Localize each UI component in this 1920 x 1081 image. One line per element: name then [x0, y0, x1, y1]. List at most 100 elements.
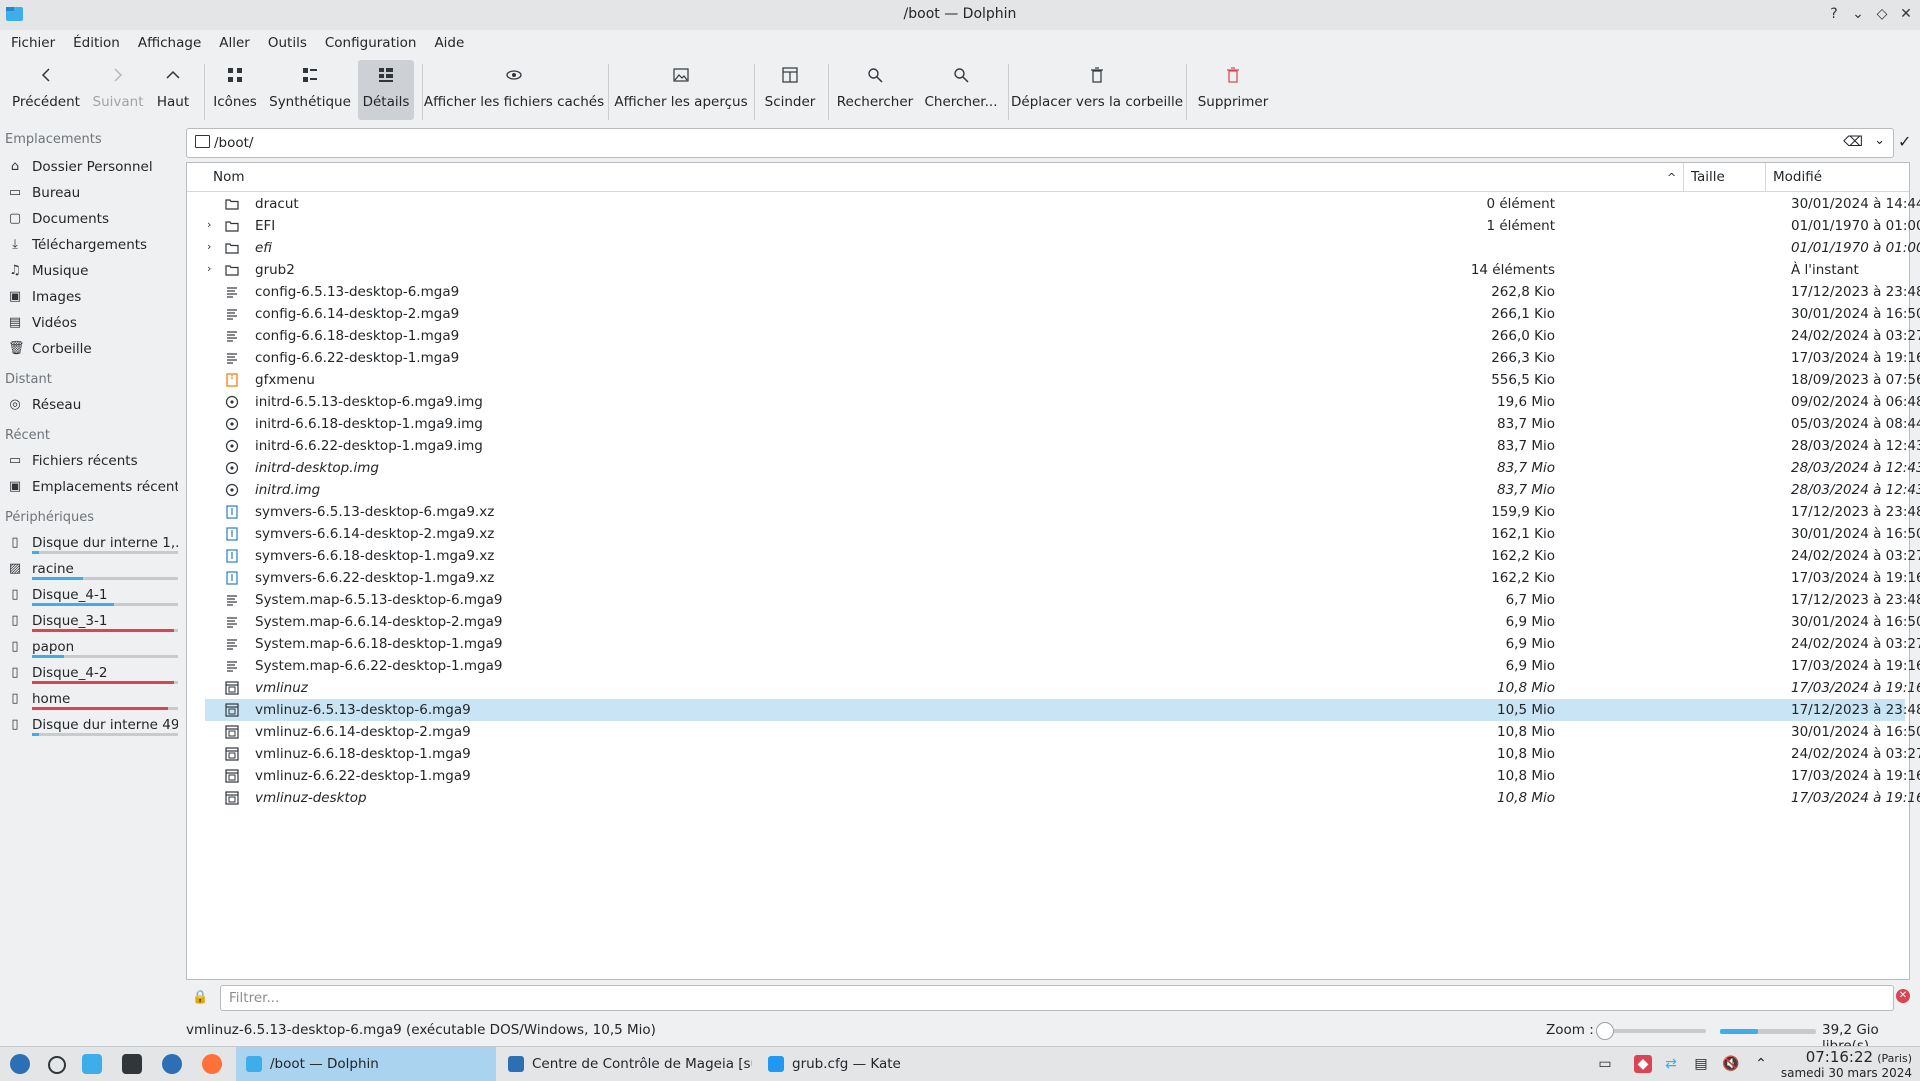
file-row[interactable]: config-6.5.13-desktop-6.mga9 262,8 Kio 17/… — [205, 281, 1920, 303]
file-view[interactable]: Nom ^ Taille Modifié dracut 0 élément 30/0… — [186, 162, 1920, 980]
sidebar-item-pictures[interactable]: ▣ Images — [0, 286, 180, 308]
file-row[interactable]: initrd-6.6.22-desktop-1.mga9.img 83,7 Mio… — [205, 435, 1920, 457]
file-row[interactable]: symvers-6.6.18-desktop-1.mga9.xz 162,2 Ki… — [205, 545, 1920, 567]
search-button[interactable]: Rechercher — [834, 60, 916, 120]
file-row[interactable]: System.map-6.6.14-desktop-2.mga9 6,9 Mio 3… — [205, 611, 1920, 633]
file-row[interactable]: System.map-6.6.22-desktop-1.mga9 6,9 Mio 1… — [205, 655, 1920, 677]
menu-affichage[interactable]: Affichage — [129, 32, 210, 54]
mageia-control-center-icon[interactable] — [162, 1054, 182, 1074]
sidebar-device[interactable]: ▯ Disque_4-2 — [0, 662, 180, 684]
icons-view-button[interactable]: Icônes — [210, 60, 260, 120]
sidebar-item-videos[interactable]: ▤ Vidéos — [0, 312, 180, 334]
sidebar-device[interactable]: ▯ Disque_4-1 — [0, 584, 180, 606]
folder-row[interactable]: dracut 0 élément 30/01/2024 à 14:44 — [205, 193, 1920, 215]
file-row[interactable]: symvers-6.6.14-desktop-2.mga9.xz 162,1 Ki… — [205, 523, 1920, 545]
location-path[interactable]: /boot/ — [214, 135, 253, 151]
sidebar-item-desktop[interactable]: ▭ Bureau — [0, 182, 180, 204]
lock-icon[interactable]: 🔒 — [192, 990, 208, 1005]
sidebar-item-trash[interactable]: 🗑 Corbeille — [0, 338, 180, 360]
file-row[interactable]: config-6.6.14-desktop-2.mga9 266,1 Kio 30/… — [205, 303, 1920, 325]
filter-input[interactable]: Filtrer... — [220, 985, 1894, 1011]
sidebar-device[interactable]: ▨ racine — [0, 558, 180, 580]
expand-arrow-icon[interactable]: › — [207, 262, 211, 275]
menu-fichier[interactable]: Fichier — [2, 32, 64, 54]
sidebar-device[interactable]: ▯ Disque_3-1 — [0, 610, 180, 632]
sidebar-item-downloads[interactable]: ⤓ Téléchargements — [0, 234, 180, 256]
up-button[interactable]: Haut — [152, 60, 194, 120]
column-modified[interactable]: Modifié — [1773, 169, 1822, 185]
file-row[interactable]: vmlinuz 10,8 Mio 17/03/2024 à 19:16 — [205, 677, 1920, 699]
help-icon[interactable]: ? — [1826, 4, 1842, 24]
file-manager-icon[interactable] — [82, 1054, 102, 1074]
sidebar-device[interactable]: ▯ home — [0, 688, 180, 710]
expand-arrow-icon[interactable]: › — [207, 240, 211, 253]
file-row[interactable]: gfxmenu 556,5 Kio 18/09/2023 à 07:56 — [205, 369, 1920, 391]
menu-outils[interactable]: Outils — [259, 32, 316, 54]
expand-tray-icon[interactable]: ⌃ — [1752, 1055, 1770, 1073]
anydesk-icon[interactable]: ◆ — [1634, 1055, 1652, 1073]
file-row[interactable]: initrd-6.6.18-desktop-1.mga9.img 83,7 Mio… — [205, 413, 1920, 435]
sidebar-device[interactable]: ▯ Disque dur interne 49... — [0, 714, 180, 736]
chevron-down-icon[interactable]: ⌄ — [1874, 133, 1885, 148]
clear-icon[interactable]: ⌫ — [1843, 134, 1863, 150]
file-row[interactable]: System.map-6.5.13-desktop-6.mga9 6,7 Mio 1… — [205, 589, 1920, 611]
folder-row[interactable]: › efi 01/01/1970 à 01:00 — [205, 237, 1920, 259]
network-tray-icon[interactable]: ⇄ — [1662, 1055, 1680, 1073]
confirm-icon[interactable]: ✓ — [1898, 132, 1911, 151]
file-row[interactable]: symvers-6.6.22-desktop-1.mga9.xz 162,2 Ki… — [205, 567, 1920, 589]
details-view-button[interactable]: Détails — [358, 60, 414, 120]
digital-clock[interactable]: 07:16:22 (Paris) samedi 30 mars 2024 — [1781, 1049, 1912, 1080]
file-row[interactable]: initrd-desktop.img 83,7 Mio 28/03/2024 à 1… — [205, 457, 1920, 479]
close-icon[interactable]: ✕ — [1898, 4, 1914, 24]
task-kate[interactable]: grub.cfg — Kate — [758, 1047, 1018, 1081]
file-row[interactable]: initrd-6.5.13-desktop-6.mga9.img 19,6 Mio… — [205, 391, 1920, 413]
expand-arrow-icon[interactable]: › — [207, 218, 211, 231]
column-size[interactable]: Taille — [1691, 169, 1725, 185]
sidebar-item-recent-locations[interactable]: ▣ Emplacements récents — [0, 476, 180, 498]
file-row[interactable]: symvers-6.5.13-desktop-6.mga9.xz 159,9 Ki… — [205, 501, 1920, 523]
file-row[interactable]: vmlinuz-6.5.13-desktop-6.mga9 10,5 Mio 17/… — [205, 699, 1920, 721]
forward-button[interactable]: Suivant — [88, 60, 148, 120]
move-to-trash-button[interactable]: Déplacer vers la corbeille — [1011, 60, 1183, 120]
delete-button[interactable]: Supprimer — [1192, 60, 1274, 120]
menu-aller[interactable]: Aller — [210, 32, 259, 54]
sidebar-item-recent-files[interactable]: ▭ Fichiers récents — [0, 450, 180, 472]
folder-row[interactable]: › EFI 1 élément 01/01/1970 à 01:00 — [205, 215, 1920, 237]
minimize-icon[interactable]: ⌄ — [1850, 4, 1866, 24]
file-row[interactable]: vmlinuz-6.6.18-desktop-1.mga9 10,8 Mio 24/… — [205, 743, 1920, 765]
sidebar-item-music[interactable]: ♫ Musique — [0, 260, 180, 282]
file-row[interactable]: config-6.6.18-desktop-1.mga9 266,0 Kio 24/… — [205, 325, 1920, 347]
show-hidden-button[interactable]: Afficher les fichiers cachés — [424, 60, 604, 120]
show-previews-button[interactable]: Afficher les aperçus — [614, 60, 748, 120]
file-row[interactable]: initrd.img 83,7 Mio 28/03/2024 à 12:43 — [205, 479, 1920, 501]
firefox-icon[interactable] — [202, 1054, 222, 1074]
menu-edition[interactable]: Édition — [64, 32, 129, 54]
sidebar-device[interactable]: ▯ Disque dur interne 1,... — [0, 532, 180, 554]
folder-row[interactable]: › grub2 14 éléments À l'instant — [205, 259, 1905, 281]
split-button[interactable]: Scinder — [760, 60, 820, 120]
file-row[interactable]: vmlinuz-desktop 10,8 Mio 17/03/2024 à 19:1… — [205, 787, 1920, 809]
location-bar[interactable]: /boot/ ⌫ ⌄ — [186, 128, 1894, 158]
menu-configuration[interactable]: Configuration — [316, 32, 426, 54]
menu-aide[interactable]: Aide — [425, 32, 473, 54]
terminal-icon[interactable] — [122, 1054, 142, 1074]
show-desktop-icon[interactable]: ▭ — [1596, 1055, 1614, 1073]
task-mageia-control-center[interactable]: Centre de Contrôle de Mageia [su... — [498, 1047, 756, 1081]
compact-view-button[interactable]: Synthétique — [268, 60, 352, 120]
column-name[interactable]: Nom — [213, 169, 245, 185]
file-row[interactable]: vmlinuz-6.6.22-desktop-1.mga9 10,8 Mio 17/… — [205, 765, 1920, 787]
power-icon[interactable] — [48, 1056, 66, 1074]
find-button[interactable]: Chercher... — [924, 60, 998, 120]
sidebar-item-network[interactable]: ◎ Réseau — [0, 394, 180, 416]
application-launcher-icon[interactable] — [10, 1054, 30, 1074]
clipboard-icon[interactable]: ▤ — [1692, 1055, 1710, 1073]
close-filter-icon[interactable]: ✕ — [1896, 989, 1910, 1003]
file-row[interactable]: config-6.6.22-desktop-1.mga9 266,3 Kio 17/… — [205, 347, 1920, 369]
file-row[interactable]: vmlinuz-6.6.14-desktop-2.mga9 10,8 Mio 30/… — [205, 721, 1920, 743]
back-button[interactable]: Précédent — [10, 60, 82, 120]
file-row[interactable]: System.map-6.6.18-desktop-1.mga9 6,9 Mio 2… — [205, 633, 1920, 655]
sidebar-device[interactable]: ▯ papon — [0, 636, 180, 658]
maximize-icon[interactable]: ◇ — [1874, 4, 1890, 24]
volume-muted-icon[interactable]: 🔇 — [1722, 1055, 1740, 1073]
zoom-slider-handle[interactable] — [1596, 1022, 1614, 1040]
